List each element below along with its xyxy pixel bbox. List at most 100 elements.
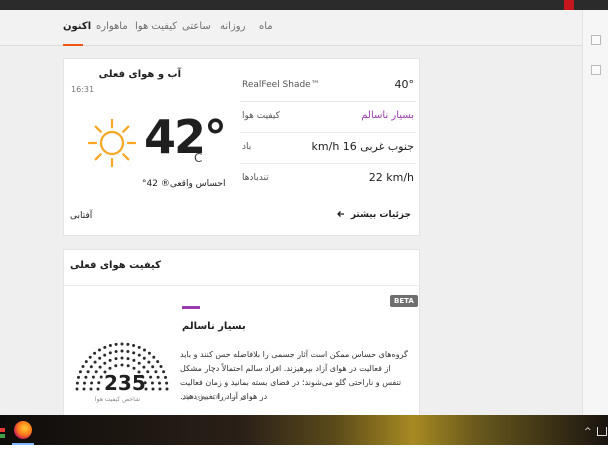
gauge-dot — [126, 357, 130, 361]
gauge-dot — [84, 375, 88, 379]
observation-time: 16:31 — [71, 85, 95, 94]
gauge-dot — [151, 365, 155, 369]
gauge-dot — [114, 350, 118, 353]
gauge-dot — [75, 381, 79, 385]
gauge-dot — [98, 356, 102, 360]
gauge-dot — [158, 381, 161, 385]
detail-label: RealFeel Shade™ — [242, 80, 320, 90]
gauge-dot — [147, 351, 151, 355]
taskbar-wallpaper — [0, 415, 608, 445]
aqi-label: شاخص کیفیت هوا — [94, 396, 140, 403]
gauge-dot — [120, 349, 124, 353]
detail-label: باد — [242, 142, 252, 152]
firefox-icon[interactable] — [14, 421, 32, 439]
gauge-dot — [81, 365, 85, 368]
tab-hourly[interactable]: ساعتی — [182, 21, 211, 32]
gauge-dot — [142, 365, 146, 369]
gauge-dot — [132, 351, 136, 355]
beta-badge: BETA — [390, 295, 418, 307]
sun-icon — [87, 118, 137, 168]
gauge-dot — [126, 342, 130, 346]
gauge-dot — [96, 387, 100, 391]
tab-now[interactable]: اکنون — [63, 21, 91, 32]
gauge-dot — [156, 375, 160, 379]
tab-air-quality[interactable]: کیفیت هوا — [135, 21, 177, 32]
gauge-dot — [132, 366, 136, 370]
gauge-dot — [108, 351, 112, 355]
tab-satellite[interactable]: ماهواره — [96, 21, 128, 32]
gauge-dot — [150, 381, 154, 385]
gauge-dot — [114, 357, 118, 361]
gauge-dot — [149, 375, 153, 379]
chevron-up-icon[interactable]: ^ — [584, 427, 592, 437]
gauge-dot — [90, 381, 94, 385]
divider — [64, 285, 419, 286]
gauge-dot — [143, 348, 146, 352]
gauge-dot — [89, 365, 93, 369]
arrow-left-icon — [336, 211, 344, 217]
gauge-dot — [137, 345, 141, 349]
tab-daily[interactable]: روزانه — [220, 21, 245, 32]
gauge-dot — [126, 364, 130, 368]
air-quality-card[interactable]: کیفیت هوای فعلی BETA بسیار ناسالم گروه‌ه… — [63, 249, 420, 417]
current-weather-card[interactable]: آب و هوای فعلی 16:31 42° C احساس واقعی® … — [63, 58, 420, 236]
gauge-dot — [162, 370, 166, 374]
gauge-dot — [164, 375, 167, 379]
close-accent[interactable] — [564, 0, 574, 10]
detail-value: جنوب غربی 16 km/h — [311, 140, 414, 153]
detail-label: تندبادها — [242, 173, 269, 183]
gauge-dot — [132, 358, 136, 362]
realfeel-temperature: احساس واقعی® 42° — [142, 179, 226, 189]
gauge-dot — [98, 348, 101, 352]
gauge-dot — [154, 370, 158, 374]
gauge-dot — [89, 387, 93, 391]
tab-monthly[interactable]: ماه — [259, 21, 273, 32]
gauge-dot — [142, 356, 146, 360]
active-app-indicator — [12, 443, 34, 445]
gauge-dot — [91, 375, 95, 379]
gauge-dot — [165, 381, 169, 385]
side-box — [591, 65, 601, 75]
gauge-dot — [120, 342, 124, 346]
detail-value: 40° — [394, 78, 415, 91]
detail-row-air-quality[interactable]: کیفیت هوا بسیار ناسالم — [242, 102, 414, 130]
gauge-dot — [137, 361, 141, 365]
side-scroll-panel[interactable] — [582, 10, 608, 415]
aq-basis-note: بر اساس آلاینده‌های فعلی — [181, 394, 245, 401]
gauge-dot — [156, 360, 160, 364]
network-icon[interactable] — [597, 427, 607, 436]
gauge-dot — [114, 342, 118, 346]
card-title: آب و هوای فعلی — [98, 69, 181, 80]
gauge-dot — [84, 360, 88, 364]
aq-category: بسیار ناسالم — [182, 321, 246, 332]
current-temperature: 42° — [144, 110, 227, 164]
temperature-unit: C — [194, 151, 203, 165]
gauge-dot — [88, 355, 92, 359]
gauge-dot — [120, 356, 124, 360]
more-details-link[interactable]: جزئیات بیشتر — [336, 210, 411, 220]
gauge-dot — [82, 387, 86, 391]
side-box — [591, 35, 601, 45]
start-icon[interactable] — [0, 427, 6, 439]
gauge-dot — [93, 360, 97, 364]
forecast-tabs: اکنون ماهواره کیفیت هوا ساعتی روزانه ماه — [0, 10, 608, 46]
taskbar-edge — [0, 445, 608, 458]
detail-value: بسیار ناسالم — [361, 110, 414, 121]
gauge-dot — [97, 381, 101, 385]
detail-row-gusts: تندبادها 22 km/h — [242, 164, 414, 192]
gauge-dot — [158, 387, 162, 391]
gauge-dot — [103, 345, 107, 349]
gauge-dot — [98, 365, 102, 369]
gauge-dot — [99, 375, 103, 379]
gauge-dot — [159, 365, 163, 368]
detail-label: کیفیت هوا — [242, 111, 280, 121]
aqi-value: 235 — [104, 371, 146, 395]
gauge-dot — [78, 370, 82, 374]
gauge-dot — [146, 370, 150, 374]
gauge-dot — [147, 360, 151, 364]
gauge-dot — [93, 351, 97, 355]
weather-phrase: آفتابی — [70, 211, 93, 221]
taskbar: ^ — [0, 415, 608, 458]
browser-top-bar — [0, 0, 608, 10]
gauge-dot — [108, 358, 112, 362]
